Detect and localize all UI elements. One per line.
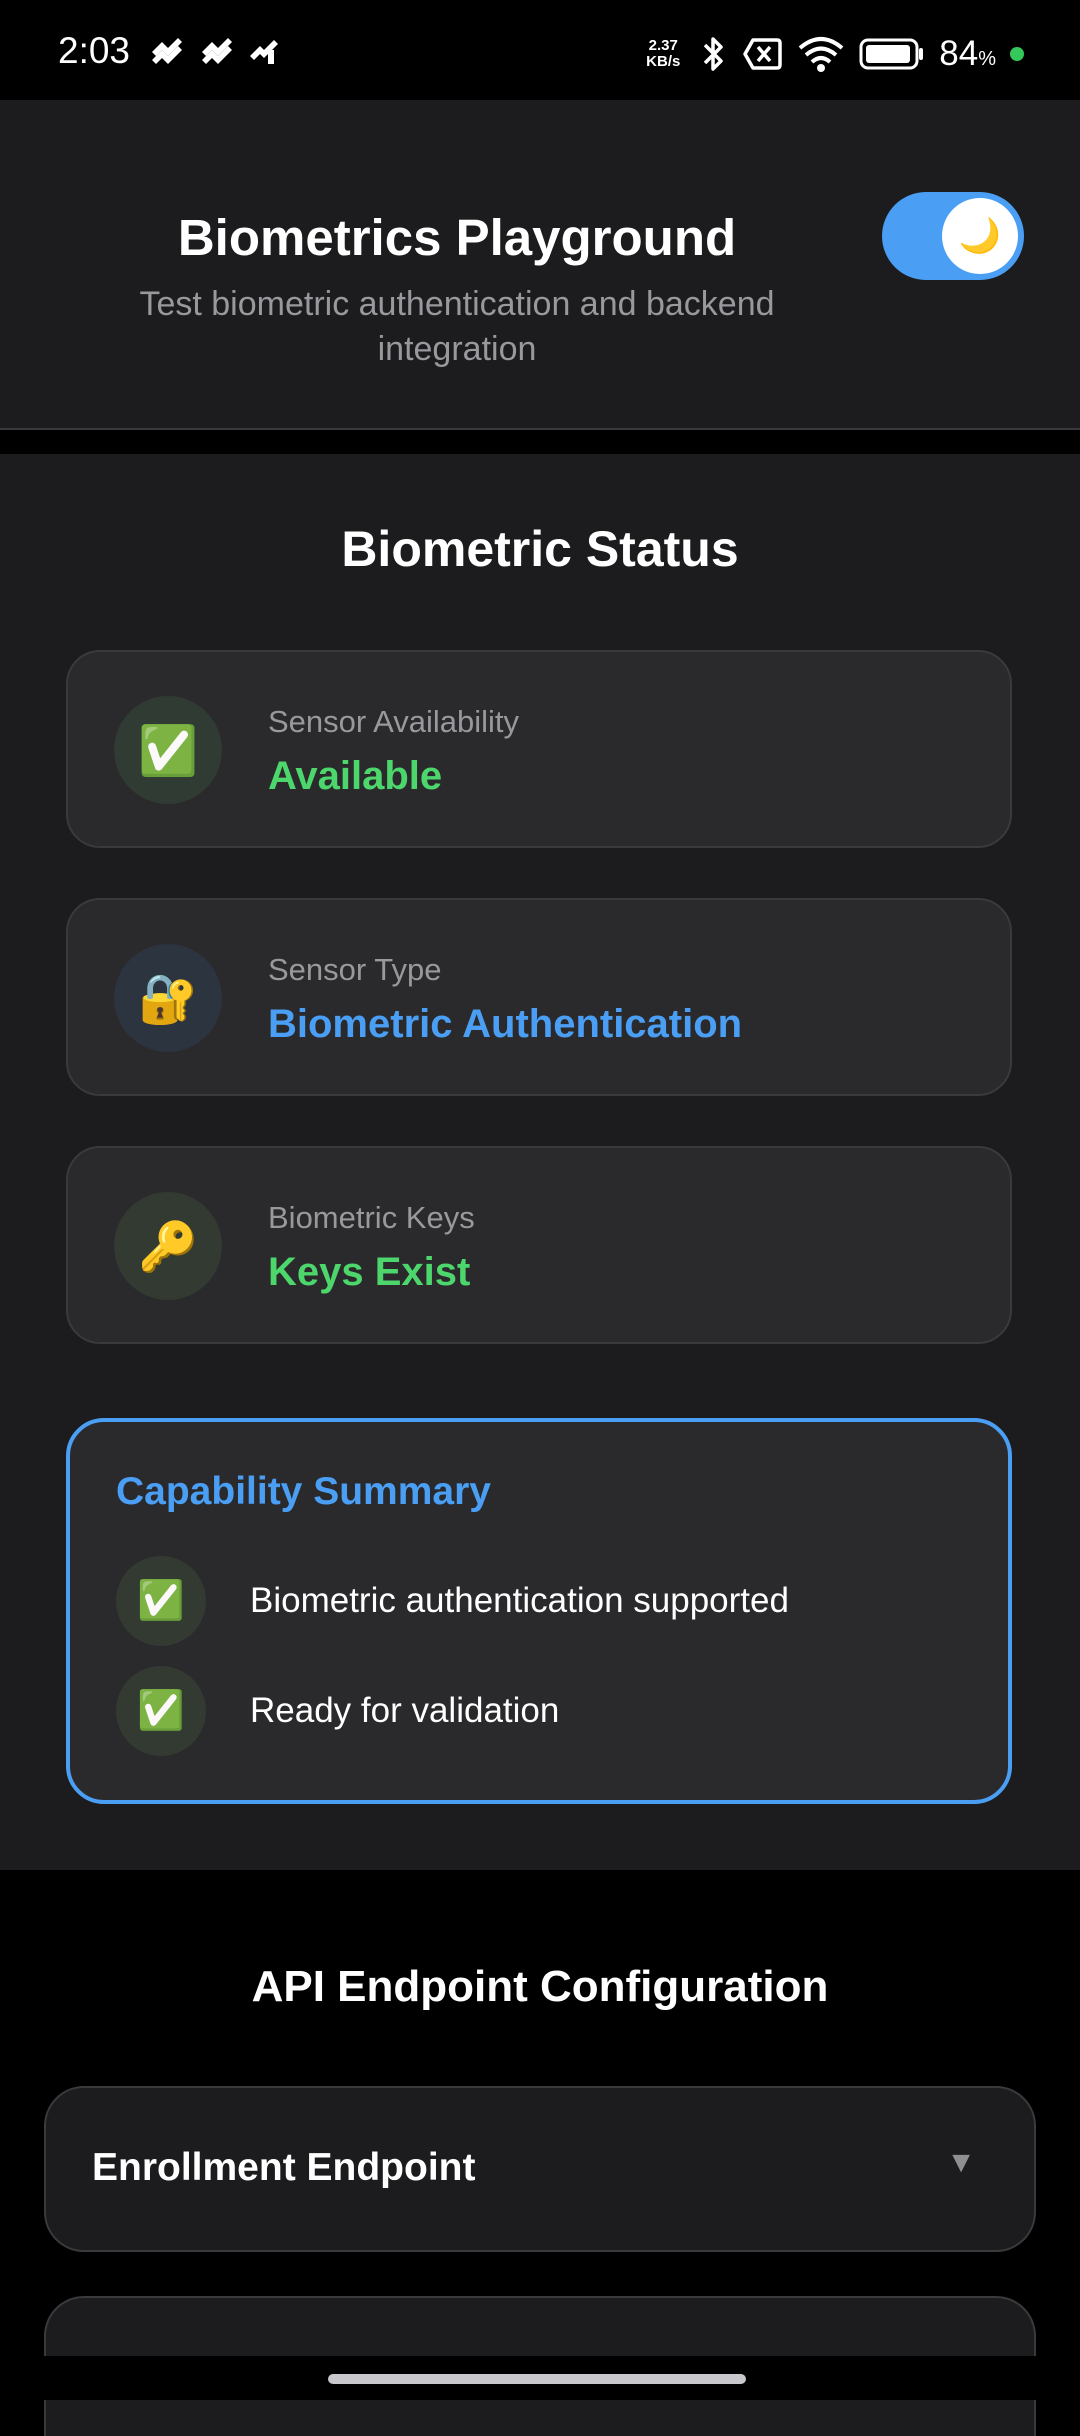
summary-item-text: Biometric authentication supported	[250, 1581, 789, 1620]
network-speed: 2.37 KB/s	[641, 38, 685, 70]
check-icon: ✅	[116, 1556, 206, 1646]
moon-icon: 🌙	[942, 198, 1018, 274]
page-title: Biometrics Playground	[177, 209, 737, 266]
network-speed-unit: KB/s	[646, 53, 681, 70]
status-time: 2:03	[58, 30, 131, 71]
card-label: Biometric Keys	[268, 1200, 475, 1235]
card-label: Sensor Availability	[268, 704, 520, 739]
notification-icon	[152, 38, 182, 64]
card-label: Sensor Type	[268, 952, 442, 987]
chevron-down-icon: ▼	[946, 2146, 976, 2179]
summary-item-text: Ready for validation	[250, 1691, 560, 1730]
battery-icon	[859, 38, 924, 70]
app-header: Biometrics Playground Test biometric aut…	[0, 100, 1080, 428]
key-icon: 🔑	[114, 1192, 222, 1300]
biometric-keys-card: 🔑 Biometric Keys Keys Exist	[66, 1146, 1012, 1344]
battery-value: 84	[939, 34, 979, 73]
header-divider	[0, 428, 1080, 430]
card-value: Available	[268, 754, 443, 798]
no-sim-icon	[743, 38, 783, 70]
status-bar: 2:03 2.37 KB/s 84%	[0, 0, 1080, 84]
notification-icon	[202, 38, 232, 64]
endpoint-label: Enrollment Endpoint	[92, 2146, 476, 2189]
wifi-icon	[798, 37, 844, 72]
card-value: Biometric Authentication	[268, 1002, 743, 1046]
card-value: Keys Exist	[268, 1250, 471, 1294]
battery-unit: %	[978, 48, 996, 70]
bluetooth-icon	[704, 37, 724, 71]
sensor-type-card: 🔐 Sensor Type Biometric Authentication	[66, 898, 1012, 1096]
home-indicator[interactable]	[328, 2374, 746, 2384]
summary-item: ✅ Ready for validation	[116, 1666, 559, 1756]
enrollment-endpoint-dropdown[interactable]: Enrollment Endpoint ▼	[44, 2086, 1036, 2252]
sensor-availability-card: ✅ Sensor Availability Available	[66, 650, 1012, 848]
battery-percentage: 84%	[939, 34, 996, 74]
status-right: 2.37 KB/s 84%	[641, 30, 1024, 78]
section-title-api-endpoint: API Endpoint Configuration	[251, 1962, 829, 2011]
notification-icons	[148, 36, 282, 66]
page-subtitle: Test biometric authentication and backen…	[139, 285, 775, 368]
section-title-biometric-status: Biometric Status	[341, 521, 739, 577]
summary-title: Capability Summary	[116, 1470, 491, 1513]
privacy-indicator-dot	[1010, 47, 1024, 61]
theme-toggle[interactable]: 🌙	[882, 192, 1024, 280]
lock-icon: 🔐	[114, 944, 222, 1052]
summary-item: ✅ Biometric authentication supported	[116, 1556, 789, 1646]
notification-icon	[250, 40, 278, 64]
check-icon: ✅	[114, 696, 222, 804]
capability-summary-card: Capability Summary ✅ Biometric authentic…	[66, 1418, 1012, 1804]
network-speed-value: 2.37	[648, 37, 678, 54]
check-icon: ✅	[116, 1666, 206, 1756]
